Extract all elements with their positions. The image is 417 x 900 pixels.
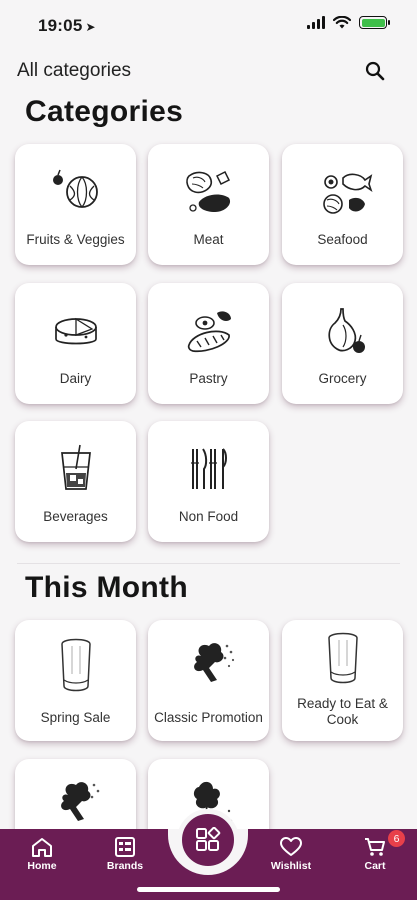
category-card-pastry[interactable]: Pastry: [148, 283, 269, 404]
home-icon: [32, 838, 52, 857]
home-indicator: [137, 887, 280, 892]
promo-card-ready-to-eat[interactable]: Ready to Eat & Cook: [282, 620, 403, 741]
page-title: All categories: [17, 60, 132, 81]
category-label: Dairy: [59, 371, 92, 386]
chef-hat-icon: [327, 632, 358, 684]
signal-icon: [307, 16, 325, 29]
this-month-heading: This Month: [25, 571, 188, 604]
nav-cart-label: Cart: [364, 860, 386, 872]
category-label: Beverages: [43, 509, 108, 524]
promo-label: Spring Sale: [40, 710, 111, 725]
category-label: Grocery: [318, 371, 367, 386]
promo-card-classic-promotion[interactable]: Classic Promotion: [148, 620, 269, 741]
nav-wishlist[interactable]: Wishlist: [261, 836, 321, 872]
battery-icon: [359, 16, 390, 29]
nav-home-label: Home: [27, 860, 57, 872]
promo-card-spring-sale[interactable]: Spring Sale: [15, 620, 136, 741]
category-card-grocery[interactable]: Grocery: [282, 283, 403, 404]
fruits-veggies-icon: [52, 169, 98, 208]
seafood-icon: [322, 173, 372, 214]
categories-center-button[interactable]: [177, 809, 239, 871]
status-icons: [307, 16, 390, 29]
status-bar: 19:05 ➤: [0, 0, 417, 50]
heart-icon: [280, 837, 302, 856]
brands-icon: [115, 837, 135, 857]
nav-brands-label: Brands: [106, 860, 144, 872]
promo-label: Classic Promotion: [154, 710, 263, 725]
nav-wishlist-label: Wishlist: [270, 860, 312, 872]
section-divider: [17, 563, 400, 564]
category-card-non-food[interactable]: Non Food: [148, 421, 269, 542]
nav-brands[interactable]: Brands: [95, 836, 155, 872]
non-food-icon: [190, 448, 227, 489]
category-card-dairy[interactable]: Dairy: [15, 283, 136, 404]
category-label: Pastry: [189, 371, 228, 386]
category-card-meat[interactable]: Meat: [148, 144, 269, 265]
dairy-icon: [54, 317, 97, 345]
cart-icon: [365, 838, 385, 856]
status-time: 19:05 ➤: [38, 16, 96, 36]
nav-home[interactable]: Home: [12, 836, 72, 872]
search-button[interactable]: [363, 59, 387, 83]
wifi-icon: [333, 16, 351, 29]
categories-grid-icon: [196, 827, 221, 851]
category-card-seafood[interactable]: Seafood: [282, 144, 403, 265]
pastry-icon: [187, 311, 231, 353]
categories-heading: Categories: [25, 95, 184, 128]
location-arrow-icon: ➤: [85, 20, 96, 34]
beverages-icon: [60, 444, 91, 490]
category-label: Non Food: [178, 509, 239, 524]
chef-hat-icon: [60, 638, 91, 692]
cart-count-badge: 6: [388, 830, 405, 847]
category-label: Fruits & Veggies: [26, 232, 125, 247]
broccoli-icon: [193, 643, 234, 682]
broccoli-icon: [60, 782, 99, 821]
time-text: 19:05: [38, 16, 83, 35]
category-card-beverages[interactable]: Beverages: [15, 421, 136, 542]
grocery-icon: [327, 308, 365, 353]
promo-label: Ready to Eat & Cook: [297, 696, 388, 727]
search-icon: [365, 61, 385, 81]
category-label: Seafood: [317, 232, 368, 247]
meat-icon: [185, 170, 230, 212]
category-label: Meat: [193, 232, 224, 247]
category-card-fruits-veggies[interactable]: Fruits & Veggies: [15, 144, 136, 265]
